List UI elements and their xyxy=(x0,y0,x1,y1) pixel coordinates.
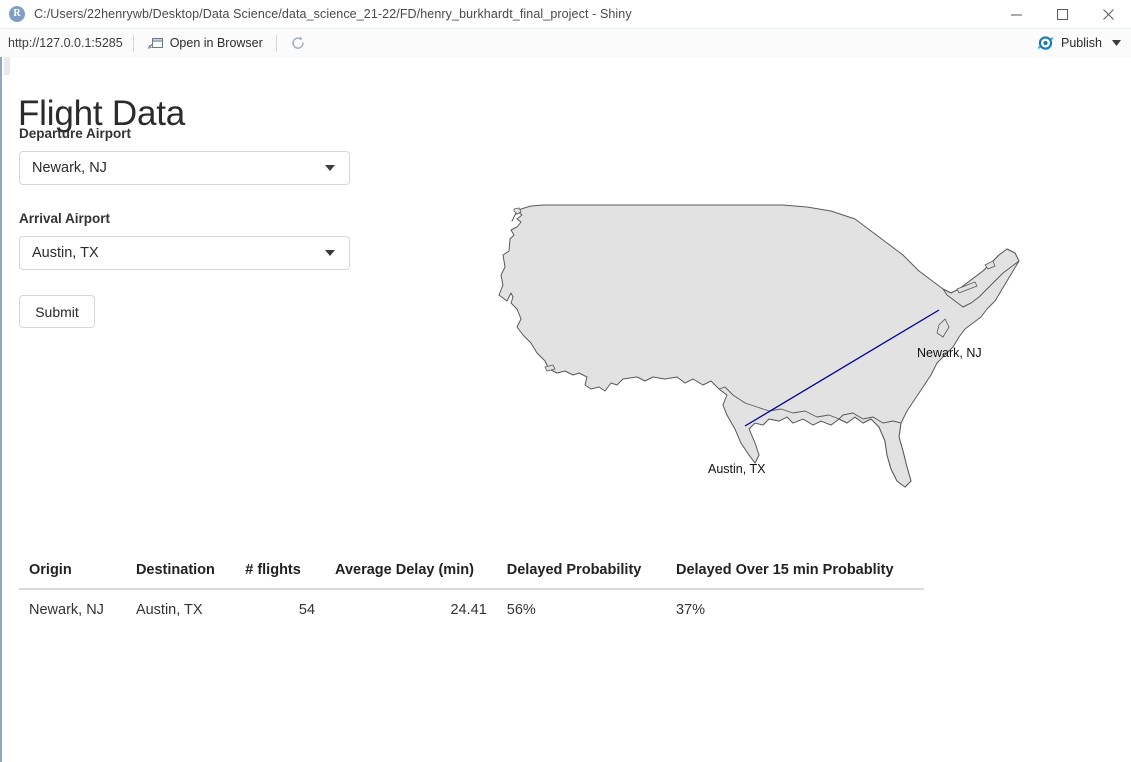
column-header-delayed-15-probability: Delayed Over 15 min Probablity xyxy=(665,562,924,590)
arrival-airport-label: Arrival Airport xyxy=(19,211,111,226)
publish-label: Publish xyxy=(1061,36,1102,50)
flight-stats-table: Origin Destination # flights Average Del… xyxy=(19,562,924,628)
us-route-map: Newark, NJ Austin, TX xyxy=(487,197,1032,497)
arrival-airport-value: Austin, TX xyxy=(32,245,99,261)
window-controls xyxy=(993,0,1131,28)
submit-button[interactable]: Submit xyxy=(19,295,95,328)
close-button[interactable] xyxy=(1085,0,1131,28)
maximize-icon xyxy=(1056,8,1068,20)
refresh-icon xyxy=(292,36,304,49)
address-bar[interactable]: http://127.0.0.1:5285 xyxy=(8,36,123,50)
arrival-airport-select[interactable]: Austin, TX xyxy=(19,236,350,270)
chevron-down-icon xyxy=(1112,40,1121,46)
r-logo-icon: R xyxy=(9,6,25,22)
window-title-bar: R C:/Users/22henrywb/Desktop/Data Scienc… xyxy=(0,0,1131,29)
column-header-delayed-probability: Delayed Probability xyxy=(496,562,666,590)
minimize-button[interactable] xyxy=(993,0,1039,28)
column-header-flights: # flights xyxy=(235,562,326,590)
publish-menu[interactable]: Publish xyxy=(1037,29,1125,57)
open-in-browser-label: Open in Browser xyxy=(169,36,263,50)
scrollbar-thumb[interactable] xyxy=(4,57,10,75)
table-row: Newark, NJ Austin, TX 54 24.41 56% 37% xyxy=(19,589,924,628)
cell-delayed-prob: 56% xyxy=(506,602,536,618)
viewer-toolbar: http://127.0.0.1:5285 Open in Browser Pu… xyxy=(0,29,1131,58)
departure-airport-value: Newark, NJ xyxy=(32,160,107,176)
table-head: Origin Destination # flights Average Del… xyxy=(19,562,924,590)
column-header-average-delay: Average Delay (min) xyxy=(325,562,497,590)
minimize-icon xyxy=(1010,14,1022,15)
departure-airport-label: Departure Airport xyxy=(19,126,132,141)
cell-average-delay: 24.41 xyxy=(450,602,487,618)
departure-airport-select[interactable]: Newark, NJ xyxy=(19,151,350,185)
toolbar-divider-1 xyxy=(132,34,134,52)
chevron-down-icon xyxy=(325,165,335,171)
external-window-icon xyxy=(147,37,163,49)
map-label-newark: Newark, NJ xyxy=(917,346,982,360)
cell-delayed-15-prob: 37% xyxy=(675,602,705,618)
maximize-button[interactable] xyxy=(1039,0,1085,28)
column-header-origin: Origin xyxy=(19,562,126,590)
cell-origin: Newark, NJ xyxy=(29,602,104,618)
shiny-app-viewport: Flight Data Departure Airport Newark, NJ… xyxy=(0,57,1131,762)
cell-flights: 54 xyxy=(298,602,316,618)
florida-peninsula xyxy=(838,412,912,488)
table-body: Newark, NJ Austin, TX 54 24.41 56% 37% xyxy=(19,589,924,628)
column-header-destination: Destination xyxy=(125,562,236,590)
map-label-austin: Austin, TX xyxy=(708,462,766,476)
table-header-row: Origin Destination # flights Average Del… xyxy=(19,562,924,590)
refresh-button[interactable] xyxy=(287,29,309,57)
publish-icon xyxy=(1037,36,1054,50)
open-in-browser-button[interactable]: Open in Browser xyxy=(144,29,266,57)
window-title: C:/Users/22henrywb/Desktop/Data Science/… xyxy=(34,7,632,21)
cell-destination: Austin, TX xyxy=(135,602,203,618)
close-icon xyxy=(1102,8,1114,20)
toolbar-divider-2 xyxy=(275,34,277,52)
chevron-down-icon xyxy=(325,250,335,256)
